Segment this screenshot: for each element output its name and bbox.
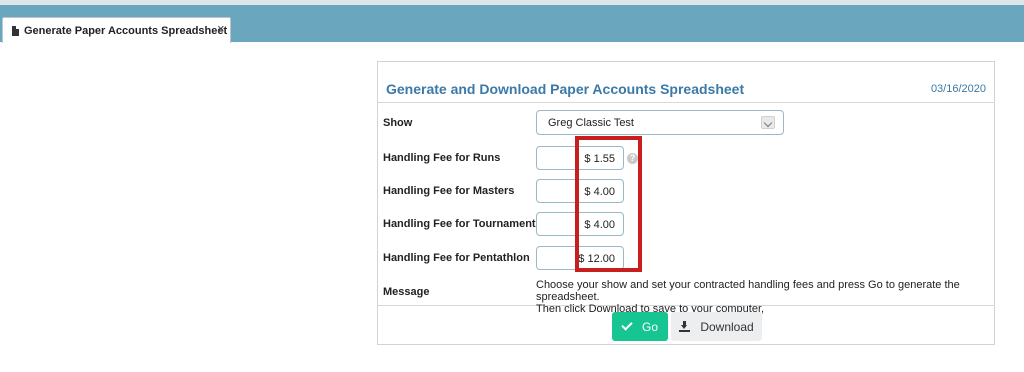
- tournaments-fee-input[interactable]: $ 4.00: [536, 212, 624, 236]
- show-label: Show: [383, 117, 413, 129]
- chevron-down-icon[interactable]: [761, 116, 775, 129]
- pentathlon-fee-value: $ 12.00: [578, 253, 615, 265]
- runs-fee-value: $ 1.55: [584, 153, 615, 165]
- download-icon: [679, 321, 691, 332]
- pentathlon-fee-label: Handling Fee for Pentathlon: [383, 252, 530, 264]
- panel-header: Generate and Download Paper Accounts Spr…: [378, 62, 994, 102]
- message-label: Message: [383, 286, 430, 298]
- tournaments-fee-label: Handling Fee for Tournaments: [383, 218, 542, 230]
- masters-fee-value: $ 4.00: [584, 186, 615, 198]
- tab-label: Generate Paper Accounts Spreadsheet: [24, 25, 228, 37]
- masters-fee-label: Handling Fee for Masters: [383, 185, 515, 197]
- spreadsheet-panel: Generate and Download Paper Accounts Spr…: [377, 61, 995, 345]
- pentathlon-fee-input[interactable]: $ 12.00: [536, 246, 624, 270]
- message-text: Choose your show and set your contracted…: [536, 279, 991, 315]
- check-icon: [621, 319, 633, 331]
- message-line-1: Choose your show and set your contracted…: [536, 279, 960, 303]
- document-icon: [12, 26, 19, 36]
- show-select-value: Greg Classic Test: [548, 117, 634, 129]
- masters-fee-input[interactable]: $ 4.00: [536, 179, 624, 203]
- runs-fee-input[interactable]: $ 1.55: [536, 146, 624, 170]
- download-button[interactable]: Download: [671, 312, 762, 341]
- tournaments-fee-value: $ 4.00: [584, 219, 615, 231]
- panel-date: 03/16/2020: [930, 83, 986, 95]
- tab-generate-paper-accounts[interactable]: Generate Paper Accounts Spreadsheet ×: [2, 17, 231, 43]
- show-select[interactable]: Greg Classic Test: [536, 110, 784, 135]
- go-button[interactable]: Go: [612, 312, 668, 341]
- download-button-label: Download: [700, 319, 754, 334]
- top-bar: Generate Paper Accounts Spreadsheet ×: [0, 0, 1024, 43]
- help-icon[interactable]: ?: [627, 153, 638, 164]
- go-button-label: Go: [641, 319, 658, 334]
- close-icon[interactable]: ×: [217, 21, 225, 36]
- runs-fee-label: Handling Fee for Runs: [383, 152, 501, 164]
- message-line-2: Then click Download to save to your comp…: [536, 303, 765, 315]
- panel-title: Generate and Download Paper Accounts Spr…: [386, 81, 745, 97]
- form-area: Show Greg Classic Test Handling Fee for …: [378, 102, 994, 315]
